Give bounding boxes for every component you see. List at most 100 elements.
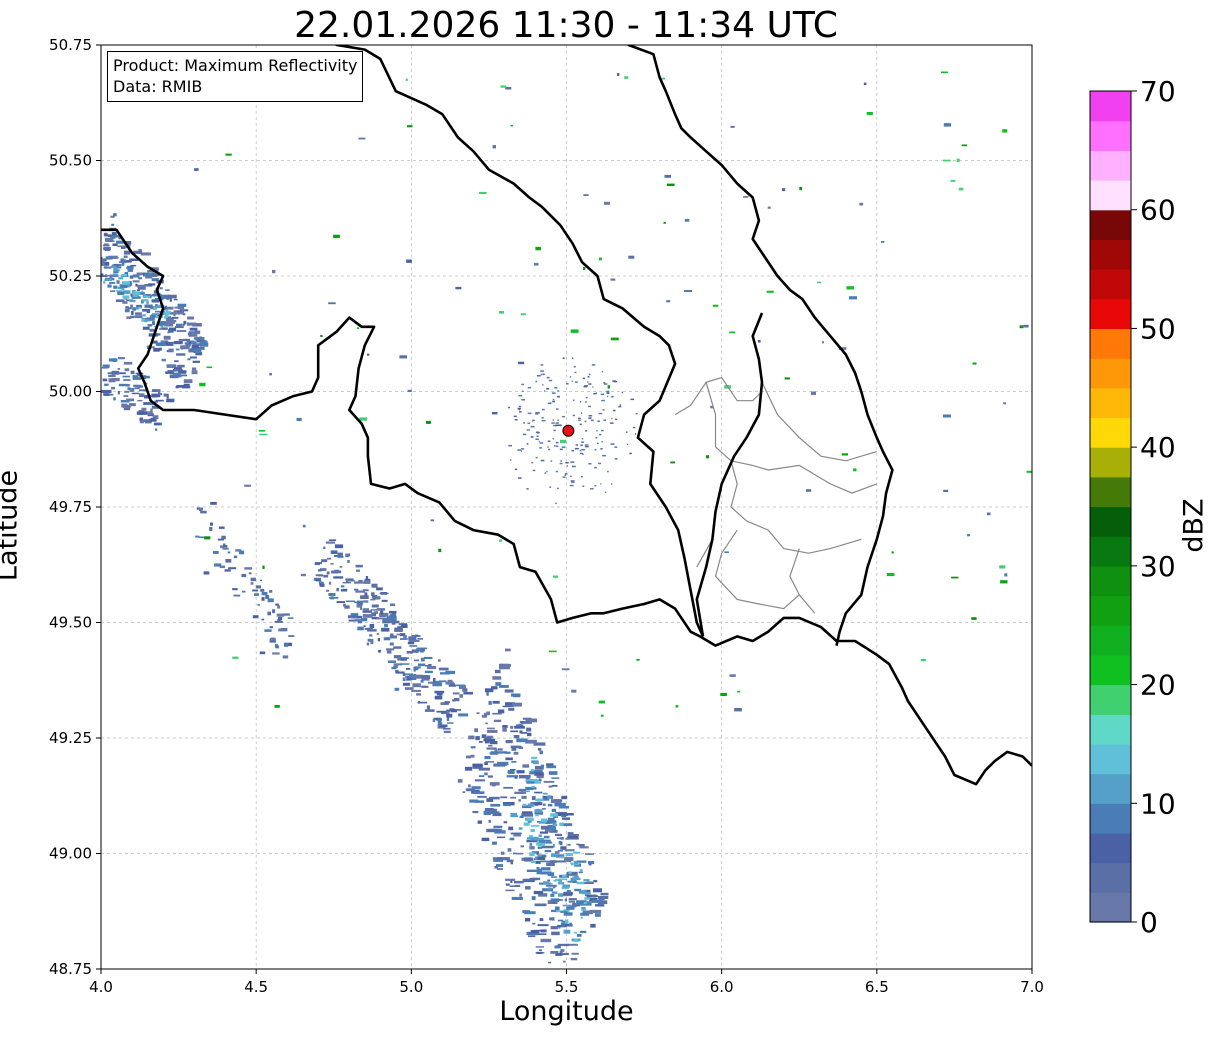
colorbar-tick-label: 70 bbox=[1140, 75, 1176, 108]
echo-cell bbox=[436, 691, 443, 694]
echo-cell bbox=[1003, 402, 1006, 405]
echo-cell bbox=[418, 663, 426, 667]
echo-cell bbox=[437, 722, 443, 726]
echo-cell bbox=[250, 577, 256, 582]
echo-cell bbox=[261, 597, 265, 601]
echo-cell bbox=[550, 898, 560, 902]
echo-cell bbox=[570, 475, 572, 478]
colorbar-segment bbox=[1090, 803, 1131, 834]
echo-cell bbox=[199, 340, 208, 344]
echo-cell bbox=[118, 277, 124, 280]
echo-cell bbox=[206, 366, 213, 369]
echo-cell bbox=[381, 627, 390, 632]
echo-cell bbox=[269, 372, 272, 376]
echo-cell bbox=[413, 659, 419, 662]
echo-cell bbox=[521, 448, 525, 450]
echo-cell bbox=[110, 290, 116, 292]
echo-cell bbox=[518, 405, 522, 408]
echo-cell bbox=[142, 299, 149, 302]
echo-cell bbox=[563, 912, 573, 916]
echo-cell bbox=[399, 355, 407, 359]
echo-cell bbox=[1002, 129, 1008, 133]
echo-cell bbox=[517, 449, 522, 451]
echo-cell bbox=[521, 450, 522, 452]
echo-cell bbox=[519, 411, 522, 413]
echo-cell bbox=[189, 327, 198, 331]
echo-cell bbox=[666, 183, 675, 186]
echo-cell bbox=[529, 852, 535, 857]
echo-cell bbox=[395, 671, 405, 674]
echo-cell bbox=[420, 679, 424, 683]
echo-cell bbox=[527, 732, 532, 737]
echo-cell bbox=[413, 666, 419, 671]
echo-cell bbox=[191, 344, 199, 349]
echo-cell bbox=[176, 353, 186, 356]
echo-cell bbox=[551, 931, 560, 936]
echo-cell bbox=[544, 881, 549, 885]
echo-cell bbox=[1019, 325, 1024, 329]
echo-cell bbox=[464, 766, 473, 771]
echo-cell bbox=[551, 784, 558, 787]
echo-cell bbox=[635, 412, 638, 415]
echo-cell bbox=[219, 565, 225, 569]
echo-cell bbox=[393, 646, 402, 649]
echo-cell bbox=[598, 412, 603, 415]
echo-cell bbox=[583, 267, 586, 270]
echo-cell bbox=[499, 665, 511, 670]
echo-cell bbox=[254, 593, 259, 596]
echo-cell bbox=[537, 868, 542, 873]
echo-cell bbox=[209, 527, 213, 531]
echo-cell bbox=[579, 423, 582, 426]
echo-cell bbox=[535, 456, 538, 459]
echo-cell bbox=[227, 551, 231, 554]
echo-cell bbox=[378, 649, 381, 653]
echo-cell bbox=[462, 791, 466, 793]
echo-cell bbox=[116, 240, 124, 244]
echo-cell bbox=[507, 406, 510, 409]
x-axis-ticks: 4.0 4.5 5.0 5.5 6.0 6.5 7.0 bbox=[89, 969, 1044, 996]
data-source-label: Data: RMIB bbox=[113, 77, 203, 96]
echo-cell bbox=[565, 837, 570, 840]
echo-cell bbox=[103, 364, 110, 368]
echo-cell bbox=[539, 860, 551, 863]
echo-cell bbox=[177, 303, 187, 307]
echo-cell bbox=[244, 484, 251, 487]
echo-cell bbox=[560, 949, 565, 952]
echo-cell bbox=[328, 539, 337, 541]
echo-cell bbox=[203, 571, 210, 575]
echo-cell bbox=[562, 884, 570, 888]
echo-cell bbox=[624, 76, 629, 79]
echo-cell bbox=[487, 775, 493, 778]
echo-cell bbox=[302, 524, 306, 528]
echo-cell bbox=[562, 904, 572, 907]
echo-cell bbox=[737, 690, 741, 693]
echo-cell bbox=[943, 159, 951, 162]
echo-cell bbox=[585, 401, 587, 403]
echo-cell bbox=[568, 871, 572, 875]
echo-cell bbox=[139, 411, 148, 415]
echo-cell bbox=[258, 430, 266, 432]
echo-cell bbox=[724, 551, 729, 553]
echo-cell bbox=[103, 266, 108, 269]
echo-cell bbox=[598, 700, 605, 704]
echo-cell bbox=[250, 582, 254, 585]
echo-cell bbox=[491, 412, 498, 415]
echo-cell bbox=[971, 617, 977, 620]
echo-cell bbox=[549, 917, 553, 921]
echo-cell bbox=[192, 367, 197, 371]
echo-cell bbox=[101, 277, 103, 281]
echo-cell bbox=[123, 361, 133, 365]
echo-cell bbox=[260, 588, 265, 592]
echo-cell bbox=[371, 604, 379, 608]
echo-cell bbox=[530, 425, 535, 428]
echo-cell bbox=[503, 821, 508, 824]
echo-cell bbox=[489, 828, 497, 831]
echo-cell bbox=[519, 893, 522, 897]
colorbar: 0 10 20 30 40 50 60 70 bbox=[1089, 75, 1176, 939]
echo-cell bbox=[424, 709, 435, 712]
echo-cell bbox=[424, 670, 433, 674]
echo-cell bbox=[626, 431, 628, 433]
echo-cell bbox=[523, 422, 526, 424]
echo-cell bbox=[188, 331, 196, 333]
echo-cell bbox=[265, 594, 270, 599]
